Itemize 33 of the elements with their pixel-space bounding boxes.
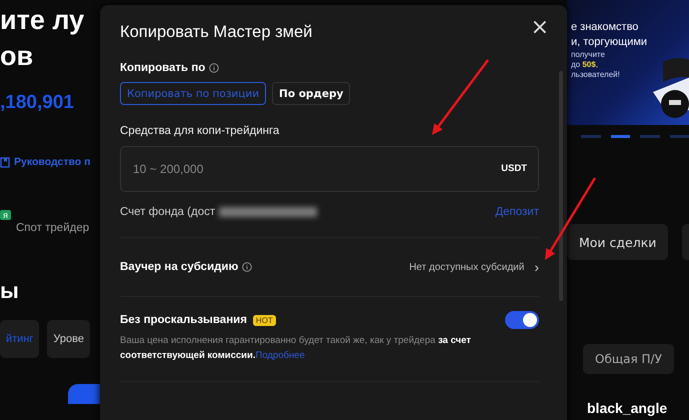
book-icon [0,156,10,168]
banner-text: до 50$, [571,60,599,70]
banner-title: е знакомство [571,20,640,35]
voucher-value[interactable]: Нет доступных субсидий [409,262,524,272]
voucher-label: Ваучер на субсидию [120,261,238,273]
my-trades-button[interactable]: Мои сделки [567,224,668,260]
page-heading: ите лу [0,4,86,37]
status-badge: я [0,210,11,220]
total-amount: ,180,901 [0,92,75,114]
info-icon[interactable] [242,262,252,272]
banner-text: получите [571,50,606,60]
chevron-icon[interactable]: › [534,259,539,275]
filter-tab[interactable]: Урове [47,320,90,358]
fund-account-label: Счет фонда (дост [120,206,216,218]
currency-unit: USDT [501,163,527,174]
page-heading: ов [0,40,34,73]
info-icon[interactable] [209,63,220,73]
banner-text: льзователей! [571,70,621,80]
slippage-description: Ваша цена исполнения гарантированно будет такой же, как у трейдера за счет соответствующей комиссии.Подробнее [120,334,472,363]
slippage-label: Без проскальзывания [120,314,247,326]
dialog-title: Копировать Мастер змей [120,23,314,42]
hot-badge: HOT [252,314,276,326]
promo-banner[interactable]: е знакомство и, торгующими получите до 50$, льзователей! [567,0,689,125]
section-heading: ы [0,278,20,304]
pnl-filter[interactable]: Общая П/У [583,344,674,374]
trader-name: black_angle [587,400,668,416]
trader-type: Спот трейдер [16,222,90,234]
field-label: Копировать по [120,62,206,74]
field-label: Средства для копи-трейдинга [120,125,280,137]
banner-title: и, торгующими [571,35,648,50]
copy-mode-option[interactable]: По ордеру [272,82,350,105]
toggle-switch[interactable] [505,311,539,329]
close-button[interactable]: × [530,17,549,39]
